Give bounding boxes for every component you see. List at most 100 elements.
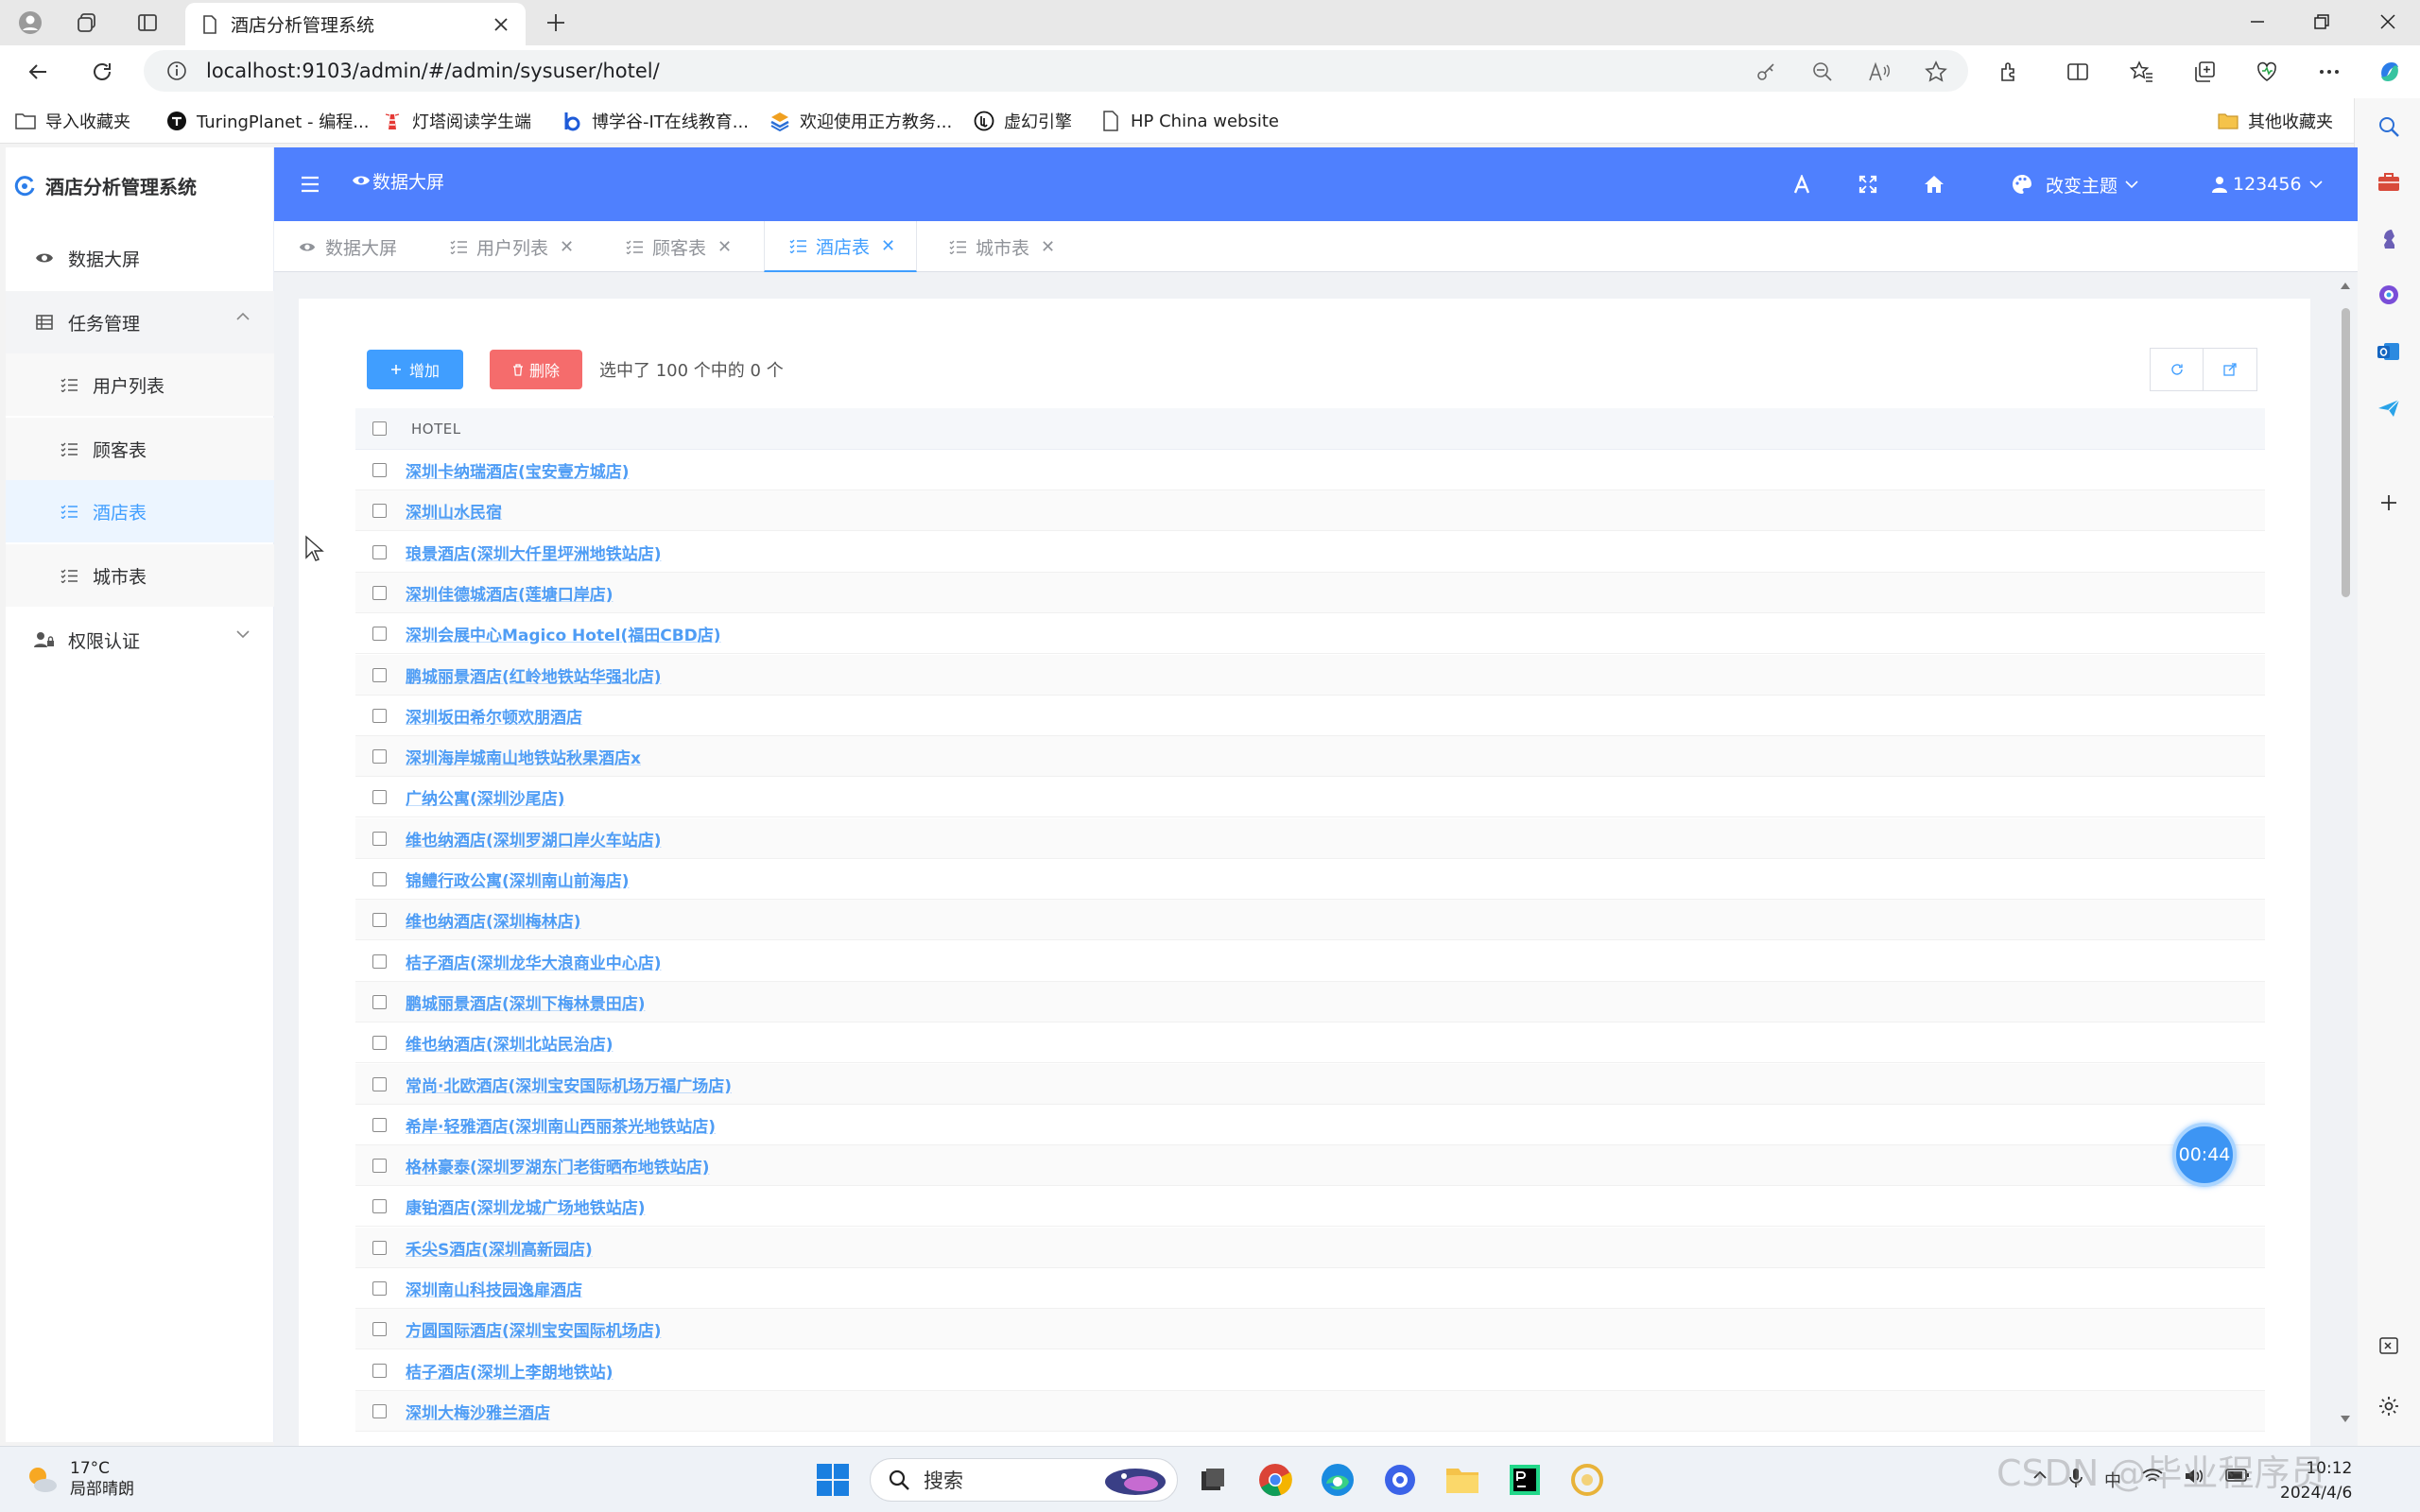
menu-item-hotels[interactable]: 酒店表	[6, 480, 274, 542]
menu-item-task-management[interactable]: 任务管理	[6, 291, 274, 353]
row-checkbox[interactable]	[372, 544, 387, 559]
menu-item-dashboard[interactable]: 数据大屏	[6, 227, 274, 289]
browser-tab-active[interactable]: 酒店分析管理系统	[185, 3, 526, 45]
delete-button[interactable]: 删除	[490, 350, 582, 389]
fav-item-other[interactable]: 其他收藏夹	[2218, 108, 2333, 134]
scroll-thumb[interactable]	[2342, 308, 2350, 597]
row-checkbox[interactable]	[372, 585, 387, 600]
close-tag-icon[interactable]: ✕	[560, 237, 574, 257]
table-row[interactable]: 康铂酒店(深圳龙城广场地铁站店)	[355, 1186, 2265, 1227]
hotel-name-link[interactable]: 深圳坂田希尔顿欢朋酒店	[406, 704, 582, 728]
hotel-name-link[interactable]: 维也纳酒店(深圳梅林店)	[406, 908, 581, 932]
row-checkbox[interactable]	[372, 994, 387, 1009]
hotel-name-link[interactable]: 维也纳酒店(深圳北站民治店)	[406, 1031, 614, 1055]
theme-switcher[interactable]: 改变主题	[2012, 147, 2138, 221]
hotel-name-link[interactable]: 深圳海岸城南山地铁站秋果酒店x	[406, 745, 641, 768]
restore-icon[interactable]	[2291, 0, 2352, 43]
workspaces-icon[interactable]	[72, 8, 102, 38]
row-checkbox[interactable]	[372, 1198, 387, 1213]
table-row[interactable]: 深圳山水民宿	[355, 490, 2265, 531]
row-checkbox[interactable]	[372, 462, 387, 477]
hotel-name-link[interactable]: 深圳佳德城酒店(莲塘口岸店)	[406, 581, 614, 605]
row-checkbox[interactable]	[372, 1363, 387, 1378]
table-row[interactable]: 维也纳酒店(深圳北站民治店)	[355, 1022, 2265, 1063]
refresh-icon[interactable]	[87, 57, 117, 87]
row-checkbox[interactable]	[372, 1280, 387, 1296]
folder-app-icon[interactable]	[1567, 1460, 1607, 1500]
table-row[interactable]: 深圳坂田希尔顿欢朋酒店	[355, 696, 2265, 736]
table-row[interactable]: 琅景酒店(深圳大仟里坪洲地铁站店)	[355, 532, 2265, 573]
hotel-name-link[interactable]: 鹏城丽景酒店(深圳下梅林景田店)	[406, 990, 646, 1014]
hotel-name-link[interactable]: 深圳南山科技园逸扉酒店	[406, 1277, 582, 1300]
fav-item-lighthouse[interactable]: 灯塔阅读学生端	[382, 108, 531, 134]
site-info-icon[interactable]	[166, 60, 187, 81]
read-aloud-icon[interactable]	[1864, 57, 1894, 87]
table-row[interactable]: 深圳海岸城南山地铁站秋果酒店x	[355, 736, 2265, 777]
table-row[interactable]: 维也纳酒店(深圳罗湖口岸火车站店)	[355, 818, 2265, 859]
row-checkbox[interactable]	[372, 1035, 387, 1050]
table-row[interactable]: 希岸·轻雅酒店(深圳南山西丽茶光地铁站店)	[355, 1105, 2265, 1145]
zoom-out-icon[interactable]	[1807, 57, 1838, 87]
taskbar-search[interactable]: 搜索	[870, 1458, 1178, 1502]
table-row[interactable]: 桔子酒店(深圳龙华大浪商业中心店)	[355, 941, 2265, 982]
fav-item-unreal[interactable]: 虚幻引擎	[974, 108, 1072, 134]
refresh-table-button[interactable]	[2150, 348, 2204, 391]
profile-icon[interactable]	[15, 8, 45, 38]
menu-item-auth[interactable]: 权限认证	[6, 609, 274, 671]
table-row[interactable]: 深圳大梅沙雅兰酒店	[355, 1391, 2265, 1432]
row-checkbox[interactable]	[372, 708, 387, 723]
tag-dashboard[interactable]: 数据大屏	[274, 221, 418, 272]
hotel-name-link[interactable]: 希岸·轻雅酒店(深圳南山西丽茶光地铁站店)	[406, 1113, 716, 1137]
table-row[interactable]: 深圳会展中心Magico Hotel(福田CBD店)	[355, 613, 2265, 654]
fav-item-zhengfang[interactable]: 欢迎使用正方教务...	[769, 108, 952, 134]
send-icon[interactable]	[2376, 395, 2402, 421]
fav-item-boxuegu[interactable]: 博学谷-IT在线教育...	[562, 108, 749, 134]
user-menu[interactable]: 123456	[2212, 147, 2323, 221]
table-row[interactable]: 格林豪泰(深圳罗湖东门老街晒布地铁站店)	[355, 1145, 2265, 1186]
collapse-menu-icon[interactable]	[301, 147, 320, 221]
close-tag-icon[interactable]: ✕	[1041, 237, 1055, 257]
minimize-icon[interactable]	[2227, 0, 2288, 43]
page-scrollbar[interactable]	[2339, 280, 2352, 1433]
menu-item-cities[interactable]: 城市表	[6, 544, 274, 607]
table-row[interactable]: 深圳卡纳瑞酒店(宝安壹方城店)	[355, 450, 2265, 490]
settings-gear-icon[interactable]	[2376, 1393, 2402, 1419]
row-checkbox[interactable]	[372, 954, 387, 969]
topbar-screen-link[interactable]: 数据大屏	[352, 144, 444, 217]
menu-item-customers[interactable]: 顾客表	[6, 418, 274, 480]
chrome-icon[interactable]	[1255, 1460, 1295, 1500]
toolbox-icon[interactable]	[2376, 168, 2402, 195]
favorite-star-icon[interactable]	[1921, 57, 1951, 87]
hotel-name-link[interactable]: 琅景酒店(深圳大仟里坪洲地铁站店)	[406, 541, 662, 564]
hotel-name-link[interactable]: 深圳山水民宿	[406, 499, 502, 523]
hotel-name-link[interactable]: 深圳卡纳瑞酒店(宝安壹方城店)	[406, 458, 630, 482]
start-button[interactable]	[813, 1460, 853, 1500]
hotel-name-link[interactable]: 深圳大梅沙雅兰酒店	[406, 1400, 550, 1423]
table-row[interactable]: 禾尖S酒店(深圳高新园店)	[355, 1228, 2265, 1268]
table-row[interactable]: 常尚·北欧酒店(深圳宝安国际机场万福广场店)	[355, 1064, 2265, 1105]
tag-hotels[interactable]: 酒店表 ✕	[764, 221, 918, 272]
copilot-app-icon[interactable]	[2376, 282, 2402, 308]
search-icon[interactable]	[2376, 113, 2402, 140]
font-size-icon[interactable]	[1792, 147, 1811, 221]
favorites-icon[interactable]	[2127, 57, 2157, 87]
hotel-name-link[interactable]: 桔子酒店(深圳龙华大浪商业中心店)	[406, 950, 662, 973]
hotel-name-link[interactable]: 鹏城丽景酒店(红岭地铁站华强北店)	[406, 663, 662, 687]
row-checkbox[interactable]	[372, 1076, 387, 1091]
row-checkbox[interactable]	[372, 1240, 387, 1255]
task-view-icon[interactable]	[1193, 1460, 1233, 1500]
row-checkbox[interactable]	[372, 626, 387, 641]
timer-bubble[interactable]: 00:44	[2172, 1123, 2237, 1187]
row-checkbox[interactable]	[372, 831, 387, 846]
home-icon[interactable]	[1923, 147, 1945, 221]
hotel-name-link[interactable]: 方圆国际酒店(深圳宝安国际机场店)	[406, 1317, 662, 1341]
close-tag-icon[interactable]: ✕	[717, 237, 732, 257]
hotel-name-link[interactable]: 维也纳酒店(深圳罗湖口岸火车站店)	[406, 827, 662, 850]
hotel-name-link[interactable]: 深圳会展中心Magico Hotel(福田CBD店)	[406, 622, 721, 645]
fullscreen-icon[interactable]	[1858, 147, 1877, 221]
hotel-name-link[interactable]: 桔子酒店(深圳上李朗地铁站)	[406, 1359, 614, 1383]
row-checkbox[interactable]	[372, 667, 387, 682]
weather-widget[interactable]: 17°C 局部晴朗	[25, 1458, 134, 1500]
row-checkbox[interactable]	[372, 1321, 387, 1336]
tag-user-list[interactable]: 用户列表 ✕	[425, 221, 595, 272]
